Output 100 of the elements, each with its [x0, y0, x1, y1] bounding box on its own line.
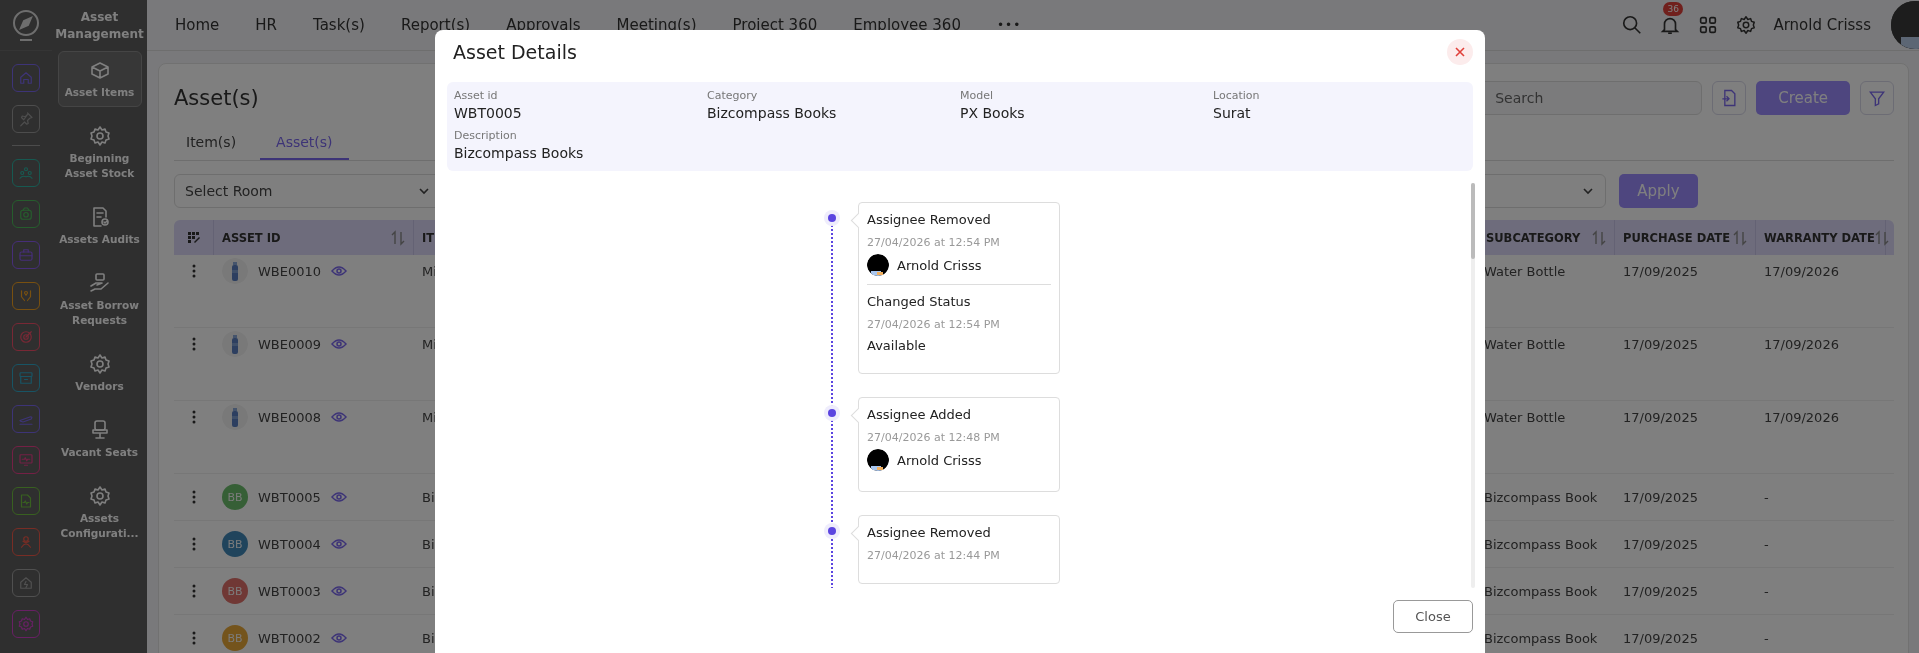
more-icon[interactable] [192, 537, 196, 551]
nav-link[interactable]: Meeting(s) [616, 16, 697, 34]
sidebar-item[interactable]: Vendors [57, 345, 142, 401]
table-cell: 17/09/2026 [1764, 409, 1839, 425]
column-header: WARRANTY DATE [1764, 230, 1875, 245]
close-button[interactable]: Close [1393, 600, 1473, 633]
status-value: Available [867, 338, 927, 353]
user-name: Arnold Crisss [897, 257, 982, 273]
table-cell: - [1764, 583, 1769, 599]
module-button[interactable] [12, 569, 40, 597]
more-icon[interactable] [192, 410, 196, 424]
export-button[interactable] [1712, 81, 1747, 115]
house-icon [17, 574, 35, 592]
module-button[interactable] [12, 487, 40, 515]
field-label: Asset id [454, 88, 499, 103]
field-value: WBT0005 [454, 104, 523, 123]
nav-link[interactable]: Report(s) [400, 16, 471, 34]
table-cell: - [1764, 536, 1769, 552]
activity-time: 27/04/2026 at 12:54 PM [867, 235, 1001, 250]
table-cell: 17/09/2025 [1623, 409, 1698, 425]
close-icon [1454, 46, 1466, 58]
column-header: SUBCATEGORY [1486, 230, 1581, 245]
module-button[interactable] [12, 200, 40, 228]
nav-link[interactable]: Project 360 [732, 16, 818, 34]
sidebar-item[interactable]: Assets Configurati... [57, 477, 142, 548]
eye-icon[interactable] [330, 536, 347, 552]
field-label: Location [1213, 88, 1261, 103]
sort-icon[interactable] [1874, 229, 1889, 246]
people-icon [17, 164, 35, 182]
module-button[interactable] [12, 323, 40, 351]
avatar [867, 449, 889, 471]
sort-icon[interactable] [391, 229, 405, 246]
user-name[interactable]: Arnold Crisss [1773, 16, 1871, 34]
activity-title: Assignee Removed [867, 211, 992, 229]
module-button[interactable] [12, 282, 40, 310]
tab[interactable]: Item(s) [174, 126, 251, 160]
home-icon [17, 69, 35, 87]
gear-icon [17, 615, 35, 633]
eye-icon[interactable] [331, 263, 348, 279]
briefcase-icon [17, 246, 35, 264]
activity-time: 27/04/2026 at 12:54 PM [867, 317, 1001, 332]
columns-icon[interactable] [186, 230, 201, 245]
eye-icon[interactable] [331, 336, 348, 352]
archive-icon [17, 369, 35, 387]
table-cell: Bizcompass Book [1484, 583, 1598, 599]
more-icon[interactable] [192, 631, 196, 645]
more-icon[interactable] [192, 337, 196, 351]
nav-link[interactable]: Approvals [506, 16, 581, 34]
activity-time: 27/04/2026 at 12:44 PM [867, 548, 1001, 563]
sidebar-item[interactable]: Asset Borrow Requests [57, 264, 142, 335]
module-button[interactable] [12, 159, 40, 187]
table-cell: - [1764, 489, 1769, 505]
coin-icon [17, 205, 35, 223]
eye-icon[interactable] [330, 583, 347, 599]
column-header: PURCHASE DATE [1623, 230, 1730, 245]
module-button[interactable] [12, 105, 40, 133]
gear-icon [87, 484, 112, 508]
initials-avatar: BB [222, 531, 248, 557]
timeline-dot [828, 409, 836, 417]
nav-link[interactable]: HR [255, 16, 277, 34]
more-icon[interactable] [192, 264, 196, 278]
table-cell: 17/09/2025 [1623, 583, 1698, 599]
gear-icon [87, 352, 112, 376]
nav-link[interactable]: Employee 360 [853, 16, 961, 34]
sidebar-item[interactable]: Asset Items [57, 51, 142, 107]
sidebar-item[interactable]: Beginning Asset Stock [57, 117, 142, 188]
sort-icon[interactable] [1733, 229, 1747, 246]
table-cell: Water Bottle [1484, 336, 1566, 352]
eye-icon[interactable] [330, 630, 347, 646]
timeline-dot [828, 214, 836, 222]
more-icon[interactable] [192, 584, 196, 598]
module-button[interactable] [12, 528, 40, 556]
table-cell: Bizcompass Book [1484, 630, 1598, 646]
eye-icon[interactable] [330, 489, 347, 505]
close-button[interactable] [1447, 39, 1473, 65]
nav-link[interactable]: Home [175, 16, 220, 34]
sort-icon[interactable] [1592, 229, 1606, 246]
activity-time: 27/04/2026 at 12:48 PM [867, 430, 1001, 445]
table-cell: 17/09/2025 [1623, 489, 1698, 505]
search-icon[interactable] [1621, 14, 1644, 36]
sidebar-item[interactable]: Vacant Seats [57, 411, 142, 467]
module-button[interactable] [12, 364, 40, 392]
column-header: ASSET ID [222, 230, 281, 245]
module-title: Asset Management [54, 9, 145, 41]
sidebar-item[interactable]: Assets Audits [57, 198, 142, 254]
compass-icon[interactable] [11, 8, 41, 42]
table-cell: Water Bottle [1484, 409, 1566, 425]
eye-icon[interactable] [331, 409, 348, 425]
nav-link[interactable]: Task(s) [313, 16, 365, 34]
filter-button[interactable] [1860, 81, 1894, 115]
field-value: Surat [1213, 104, 1252, 123]
activity-title: Assignee Added [867, 406, 973, 424]
table-cell: 17/09/2025 [1623, 536, 1698, 552]
initials-avatar: BB [222, 578, 248, 604]
target-icon [17, 328, 35, 346]
more-icon[interactable] [192, 490, 196, 504]
asset-id: WBT0004 [258, 536, 321, 552]
more-menu[interactable]: ••• [996, 18, 1022, 32]
tab[interactable]: Asset(s) [260, 126, 349, 160]
user-name: Arnold Crisss [897, 452, 982, 468]
